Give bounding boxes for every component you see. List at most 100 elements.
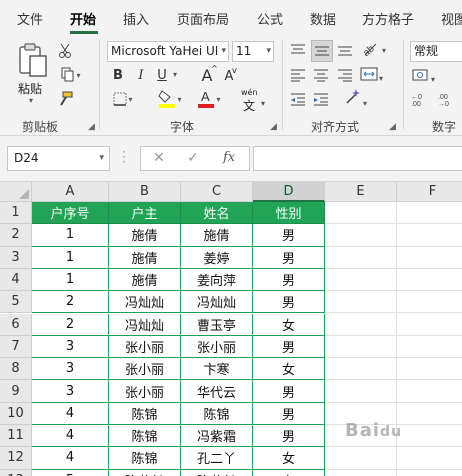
special-format-button[interactable]: ▾ — [344, 88, 374, 108]
table-cell[interactable]: 陈锦 — [109, 425, 181, 448]
cancel-icon[interactable]: ✕ — [153, 150, 165, 166]
row-header[interactable]: 10 — [0, 402, 32, 425]
table-cell[interactable]: 华代云 — [181, 380, 253, 403]
table-cell[interactable]: 女 — [253, 447, 325, 470]
table-cell[interactable] — [325, 268, 397, 292]
orientation-button[interactable]: ab — [361, 40, 381, 60]
table-cell[interactable]: 姜向萍 — [181, 268, 253, 292]
tab-data[interactable]: 数据 — [310, 9, 336, 28]
tab-page-layout[interactable]: 页面布局 — [177, 9, 229, 28]
tab-file[interactable]: 文件 — [17, 9, 43, 28]
table-cell[interactable]: 1 — [32, 224, 109, 247]
table-cell[interactable]: 孔二丫 — [181, 447, 253, 470]
table-cell[interactable]: 冯灿灿 — [181, 291, 253, 314]
table-cell[interactable]: 姜婷 — [181, 246, 253, 269]
table-cell[interactable] — [325, 313, 397, 336]
table-cell[interactable] — [325, 202, 397, 225]
italic-button[interactable]: I — [134, 66, 148, 84]
align-center-button[interactable] — [313, 67, 331, 83]
table-cell[interactable]: 男 — [253, 335, 325, 359]
table-cell[interactable]: 1 — [32, 268, 109, 292]
column-header-b[interactable]: B — [109, 182, 181, 202]
name-box[interactable]: D24 ▾ — [7, 146, 110, 171]
table-cell[interactable] — [397, 314, 462, 336]
table-cell[interactable]: 曹玉亭 — [181, 313, 253, 336]
row-header[interactable]: 3 — [0, 246, 32, 269]
table-cell[interactable]: 女 — [253, 313, 325, 336]
table-cell[interactable]: 男 — [253, 268, 325, 292]
tab-view[interactable]: 视图 — [441, 9, 462, 28]
dialog-launcher-icon[interactable]: ◢ — [88, 122, 95, 132]
table-cell[interactable] — [397, 470, 462, 476]
table-cell[interactable]: 冯灿灿 — [109, 313, 181, 336]
fill-color-button[interactable]: ▾ — [153, 88, 187, 110]
table-cell[interactable]: 3 — [32, 380, 109, 403]
table-cell[interactable]: 施倩 — [109, 268, 181, 292]
align-top-button[interactable] — [290, 42, 308, 60]
row-header[interactable]: 1 — [0, 202, 32, 225]
row-header[interactable]: 2 — [0, 224, 32, 247]
decrease-decimal-button[interactable]: .00 →0 — [437, 91, 461, 109]
table-cell[interactable]: 女 — [253, 469, 325, 476]
bold-button[interactable]: B — [111, 66, 125, 84]
row-header[interactable]: 7 — [0, 335, 32, 359]
table-cell[interactable]: 2 — [32, 291, 109, 314]
table-cell[interactable]: 2 — [32, 313, 109, 336]
table-cell[interactable]: 男 — [253, 402, 325, 425]
column-header-f[interactable]: F — [397, 182, 462, 202]
format-painter-button[interactable] — [56, 90, 74, 108]
column-header-e[interactable]: E — [325, 182, 397, 202]
table-header-cell[interactable]: 性别 — [253, 202, 325, 225]
table-cell[interactable]: 施倩 — [181, 224, 253, 247]
merge-center-button[interactable]: ▾ — [360, 66, 390, 84]
select-all-button[interactable] — [0, 182, 32, 202]
font-color-button[interactable]: A ▾ — [193, 88, 225, 110]
table-cell[interactable] — [325, 358, 397, 381]
table-cell[interactable] — [397, 247, 462, 269]
tab-formulas[interactable]: 公式 — [257, 9, 283, 28]
table-cell[interactable] — [397, 403, 462, 425]
table-cell[interactable] — [325, 224, 397, 247]
table-cell[interactable]: 张小丽 — [109, 380, 181, 403]
accounting-format-button[interactable]: ▾ — [412, 67, 442, 85]
table-header-cell[interactable]: 姓名 — [181, 202, 253, 225]
table-cell[interactable]: 冯紫霜 — [181, 425, 253, 448]
table-cell[interactable]: 张小丽 — [109, 358, 181, 381]
number-format-select[interactable]: 常规 — [410, 41, 462, 62]
tab-home[interactable]: 开始 — [70, 9, 96, 28]
row-header[interactable]: 11 — [0, 425, 32, 448]
enter-icon[interactable]: ✓ — [187, 150, 199, 166]
table-cell[interactable]: 陈锦 — [109, 402, 181, 425]
table-cell[interactable] — [325, 246, 397, 269]
table-cell[interactable]: 卞寒 — [181, 358, 253, 381]
row-header[interactable]: 12 — [0, 447, 32, 470]
increase-decimal-button[interactable]: ←0.00 — [410, 91, 434, 109]
align-left-button[interactable] — [290, 67, 308, 83]
formula-input[interactable] — [253, 146, 462, 171]
table-cell[interactable]: 男 — [253, 224, 325, 247]
table-cell[interactable] — [325, 380, 397, 403]
table-cell[interactable] — [397, 224, 462, 247]
align-bottom-button[interactable] — [337, 42, 355, 60]
formula-bar-grip-icon[interactable]: · · · — [122, 146, 126, 168]
table-cell[interactable] — [397, 425, 462, 448]
table-header-cell[interactable]: 户序号 — [32, 202, 109, 225]
table-cell[interactable] — [325, 291, 397, 314]
decrease-indent-button[interactable] — [290, 91, 308, 107]
table-cell[interactable] — [397, 447, 462, 470]
table-cell[interactable]: 3 — [32, 358, 109, 381]
table-cell[interactable]: 男 — [253, 425, 325, 448]
underline-button[interactable]: U — [155, 66, 169, 84]
column-header-d[interactable]: D — [253, 182, 325, 202]
dialog-launcher-icon[interactable]: ◢ — [389, 122, 396, 132]
row-header[interactable]: 4 — [0, 268, 32, 292]
table-cell[interactable]: 5 — [32, 469, 109, 476]
table-cell[interactable]: 3 — [32, 335, 109, 359]
paste-button[interactable]: 粘贴 ▾ — [14, 42, 52, 108]
table-cell[interactable] — [325, 469, 397, 476]
table-cell[interactable]: 4 — [32, 447, 109, 470]
row-header[interactable]: 9 — [0, 380, 32, 403]
table-cell[interactable] — [397, 291, 462, 314]
table-cell[interactable]: 陈花长 — [181, 469, 253, 476]
font-size-select[interactable]: 11 ▾ — [232, 41, 274, 62]
